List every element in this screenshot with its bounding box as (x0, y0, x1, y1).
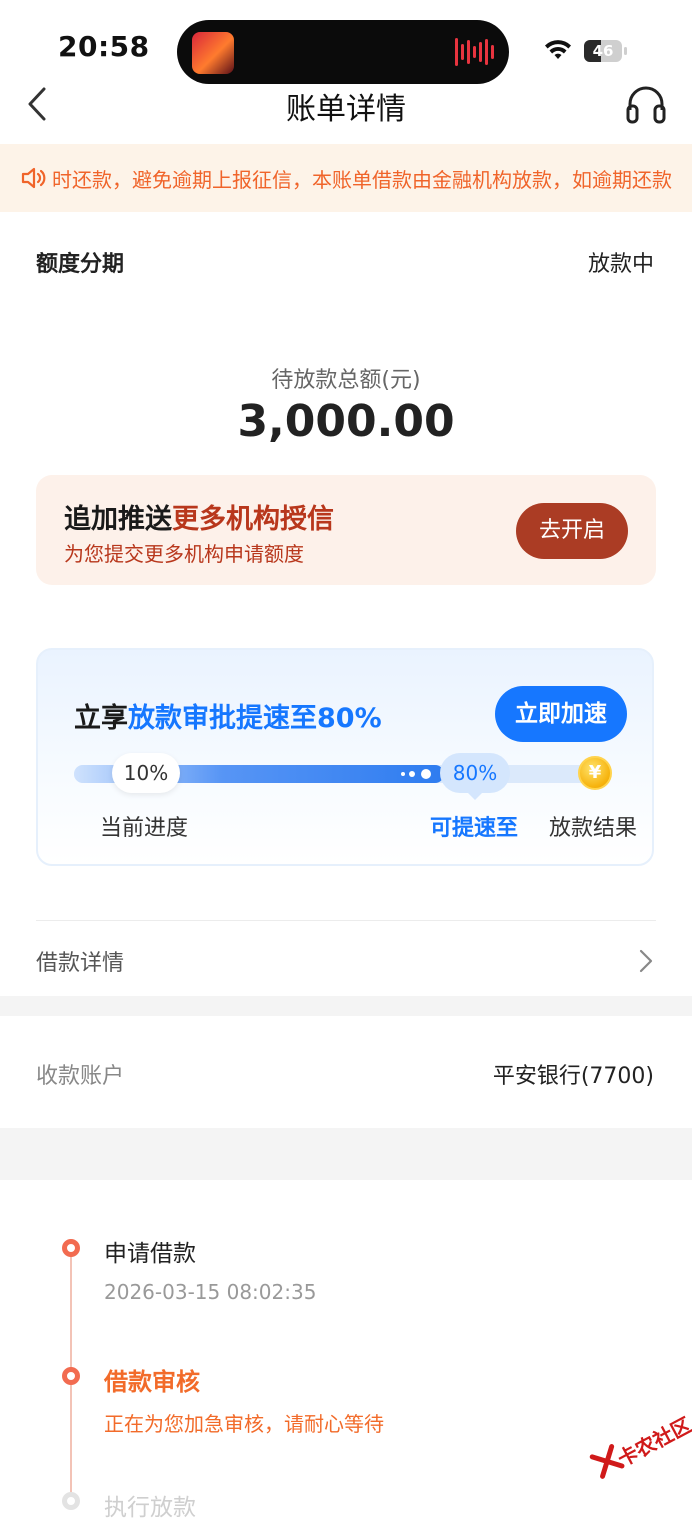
notice-bar[interactable]: 时还款，避免逾期上报征信，本账单借款由金融机构放款，如逾期还款 (0, 144, 692, 212)
page-title: 账单详情 (286, 92, 406, 127)
promo-subtitle: 为您提交更多机构申请额度 (64, 542, 304, 566)
audio-wave-icon (455, 38, 494, 66)
divider (36, 920, 656, 921)
watermark-text: 卡农社区 (613, 1412, 692, 1472)
timeline-dot-pending (62, 1492, 80, 1510)
account-value: 平安银行(7700) (492, 1064, 654, 1089)
target-progress-badge: 80% (440, 753, 510, 793)
timeline-step-title: 执行放款 (104, 1495, 196, 1521)
speedup-title: 立享放款审批提速至80% (74, 703, 382, 734)
timeline-step-time: 2026-03-15 08:02:35 (104, 1280, 317, 1304)
loan-type: 额度分期 (36, 252, 125, 277)
status-time: 20:58 (58, 30, 150, 63)
step-current: 当前进度 (100, 816, 189, 841)
pending-amount: 3,000.00 (237, 396, 455, 447)
battery-level: 46 (592, 42, 614, 60)
watermark-logo: 卡农社区 (577, 1391, 692, 1500)
badge-tail (467, 792, 483, 800)
amount-caption: 待放款总额(元) (271, 368, 421, 393)
coin-icon: ¥ (578, 756, 612, 790)
notice-text: 时还款，避免逾期上报征信，本账单借款由金融机构放款，如逾期还款 (52, 168, 672, 192)
loan-detail-row[interactable]: 借款详情 (36, 945, 124, 977)
progress-dots (401, 769, 431, 779)
promo-title: 追加推送更多机构授信 (64, 504, 334, 535)
now-playing-art[interactable] (192, 32, 234, 74)
step-result: 放款结果 (549, 816, 638, 841)
timeline-dot-active (62, 1367, 80, 1385)
wifi-icon (545, 40, 571, 59)
current-progress-badge: 10% (112, 753, 180, 793)
timeline-dot (62, 1239, 80, 1257)
loan-status: 放款中 (587, 252, 654, 277)
chevron-right-icon[interactable] (638, 948, 654, 974)
section-separator (0, 996, 692, 1016)
timeline-step-title: 借款审核 (104, 1368, 200, 1396)
battery-icon: 46 (584, 40, 628, 62)
speedup-button[interactable]: 立即加速 (495, 686, 627, 742)
account-label: 收款账户 (36, 1064, 125, 1089)
step-speedup: 可提速至 (430, 816, 519, 841)
section-separator (0, 1128, 692, 1180)
speaker-icon (21, 167, 46, 189)
headset-icon[interactable] (624, 84, 668, 126)
timeline-step-title: 申请借款 (104, 1241, 196, 1267)
enable-push-button[interactable]: 去开启 (516, 503, 628, 559)
timeline-step-subtitle: 正在为您加急审核，请耐心等待 (104, 1412, 384, 1436)
